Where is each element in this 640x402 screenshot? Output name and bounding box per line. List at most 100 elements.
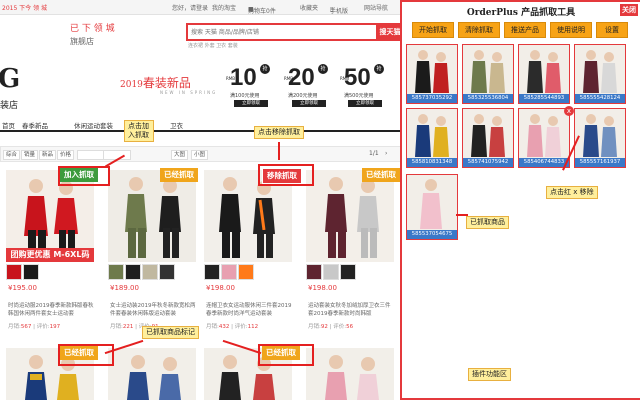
captured-item-sku: 585537054675: [407, 230, 457, 239]
plugin-panel: OrderPlus 产品抓取工具 关闭 开始抓取 清除抓取 推送产品 使用说明 …: [400, 0, 640, 400]
nav-item-spring[interactable]: 春季新品: [22, 120, 48, 130]
product-image[interactable]: [306, 170, 394, 262]
captured-item-photo: [519, 109, 569, 159]
callout-plugin-area: 插件功能区: [468, 368, 511, 381]
panel-close-button[interactable]: 关闭: [620, 4, 638, 16]
color-thumb[interactable]: [23, 264, 39, 280]
sort-price[interactable]: 价格: [57, 150, 75, 160]
store-name[interactable]: 已 下 领 城: [70, 24, 115, 35]
product-price: ¥198.00: [206, 284, 235, 292]
settings-button[interactable]: 设置: [596, 22, 628, 38]
callout-captured-items: 已抓取商品: [466, 216, 509, 229]
captured-item-sku: 585555428124: [575, 94, 625, 103]
color-thumb[interactable]: [238, 264, 254, 280]
coupon-50[interactable]: RMB 50 抢 满500元使用 立即领取: [340, 62, 398, 112]
captured-item-sku: 585737035292: [407, 94, 457, 103]
color-thumbs: [204, 264, 292, 280]
product-photo: [306, 348, 394, 400]
push-products-button[interactable]: 推送产品: [504, 22, 546, 38]
product-photo: [306, 170, 394, 262]
sort-default[interactable]: 综合: [3, 150, 21, 160]
store-subtitle: 旗舰店: [70, 37, 94, 46]
coupon-get-button[interactable]: 立即领取: [234, 100, 268, 107]
arrow-remove: [278, 142, 280, 160]
captured-item-sku: 585325536804: [463, 94, 513, 103]
captured-item[interactable]: 585810831348: [406, 108, 458, 168]
color-thumb[interactable]: [108, 264, 124, 280]
search-input[interactable]: [188, 25, 344, 39]
callout-click-add: 点击加入抓取: [124, 120, 154, 142]
product-title[interactable]: 女士运动装2019年秋冬新款宽松两件套春装休闲韩版运动套装: [110, 302, 196, 318]
product-card[interactable]: [108, 348, 196, 400]
color-thumb[interactable]: [159, 264, 175, 280]
start-capture-button[interactable]: 开始抓取: [412, 22, 454, 38]
nav-item-hoodie[interactable]: 卫衣: [170, 120, 183, 130]
hot-search-words[interactable]: 连衣裙 外套 卫衣 套装: [188, 42, 238, 49]
category-nav: 首页 春季新品 休闲运动套装 卫衣: [0, 118, 400, 132]
product-price: ¥189.00: [110, 284, 139, 292]
callout-click-x: 点击红 x 移除: [546, 186, 598, 199]
color-thumb[interactable]: [6, 264, 22, 280]
captured-item[interactable]: 585555428124: [574, 44, 626, 104]
color-thumb[interactable]: [125, 264, 141, 280]
product-title[interactable]: 运动套装女秋冬加绒加厚卫衣三件套2019春季新款时尚韩版: [308, 302, 394, 318]
coupon-20[interactable]: RMB 20 抢 满200元使用 立即领取: [284, 62, 342, 112]
coupon-get-button[interactable]: 立即领取: [348, 100, 382, 107]
help-button[interactable]: 使用说明: [550, 22, 592, 38]
captured-item[interactable]: 585741075942: [462, 108, 514, 168]
captured-item[interactable]: 585557161937: [574, 108, 626, 168]
store-logo[interactable]: G: [0, 64, 20, 94]
captured-item-photo: [575, 45, 625, 95]
captured-item[interactable]: 585325536804: [462, 44, 514, 104]
product-image[interactable]: [108, 170, 196, 262]
search-box: [186, 23, 380, 41]
captured-item-sku: 585741075942: [463, 158, 513, 167]
color-thumb[interactable]: [204, 264, 220, 280]
product-sales: 月销:92 | 评价:56: [308, 324, 354, 330]
captured-item[interactable]: 585537054675: [406, 174, 458, 240]
color-thumb[interactable]: [221, 264, 237, 280]
color-thumb[interactable]: [340, 264, 356, 280]
color-thumbs: [6, 264, 94, 280]
site-nav-link[interactable]: 网站导航: [364, 3, 388, 12]
view-grid-button[interactable]: 大图: [171, 150, 189, 160]
captured-badge[interactable]: 已经抓取: [362, 168, 400, 182]
captured-item[interactable]: 585406744833: [518, 108, 570, 168]
price-min-input[interactable]: [77, 150, 105, 160]
captured-item[interactable]: 585737035292: [406, 44, 458, 104]
coupon-10[interactable]: RMB 10 抢 满100元使用 立即领取: [226, 62, 284, 112]
product-title[interactable]: 时尚运动服2019春季新款韩版春秋韩国休闲两件套女士运动套: [8, 302, 94, 318]
login-link[interactable]: 您好，请登录: [172, 3, 208, 12]
greeting-text: 2015 下今 领 城: [2, 5, 47, 12]
nav-item-sport-sets[interactable]: 休闲运动套装: [74, 120, 113, 130]
captured-item-photo: [407, 175, 457, 231]
color-thumb[interactable]: [323, 264, 339, 280]
color-thumb[interactable]: [142, 264, 158, 280]
favorites-link[interactable]: 收藏夹: [300, 3, 318, 12]
captured-item-photo: [575, 109, 625, 159]
product-price: ¥195.00: [8, 284, 37, 292]
clear-capture-button[interactable]: 清除抓取: [458, 22, 500, 38]
remove-item-x-icon[interactable]: x: [564, 106, 574, 116]
my-taobao-link[interactable]: 我的淘宝: [212, 3, 236, 12]
view-list-button[interactable]: 小图: [191, 150, 209, 160]
product-price: ¥198.00: [308, 284, 337, 292]
coupon-get-button[interactable]: 立即领取: [292, 100, 326, 107]
sort-sales[interactable]: 销量: [21, 150, 39, 160]
highlight-captured-2: [258, 344, 314, 366]
spring-banner-en: NEW IN SPRING: [160, 90, 218, 95]
sort-new[interactable]: 新品: [39, 150, 57, 160]
captured-item-sku: 585557161937: [575, 158, 625, 167]
captured-item[interactable]: 585285544893: [518, 44, 570, 104]
color-thumb[interactable]: [306, 264, 322, 280]
pager-next-icon[interactable]: ›: [385, 150, 387, 157]
captured-item-photo: [407, 45, 457, 95]
product-photo: [108, 348, 196, 400]
highlight-captured-1: [58, 344, 114, 366]
product-title[interactable]: 连帽卫衣女运动服休闲三件套2019春季新款时尚洋气运动套装: [206, 302, 292, 318]
nav-item-home[interactable]: 首页: [2, 120, 15, 130]
product-card[interactable]: [306, 348, 394, 400]
captured-badge[interactable]: 已经抓取: [160, 168, 198, 182]
filter-bar: 综合 销量 新品 价格 大图 小图 1/1 ›: [0, 146, 402, 162]
captured-item-photo: [519, 45, 569, 95]
